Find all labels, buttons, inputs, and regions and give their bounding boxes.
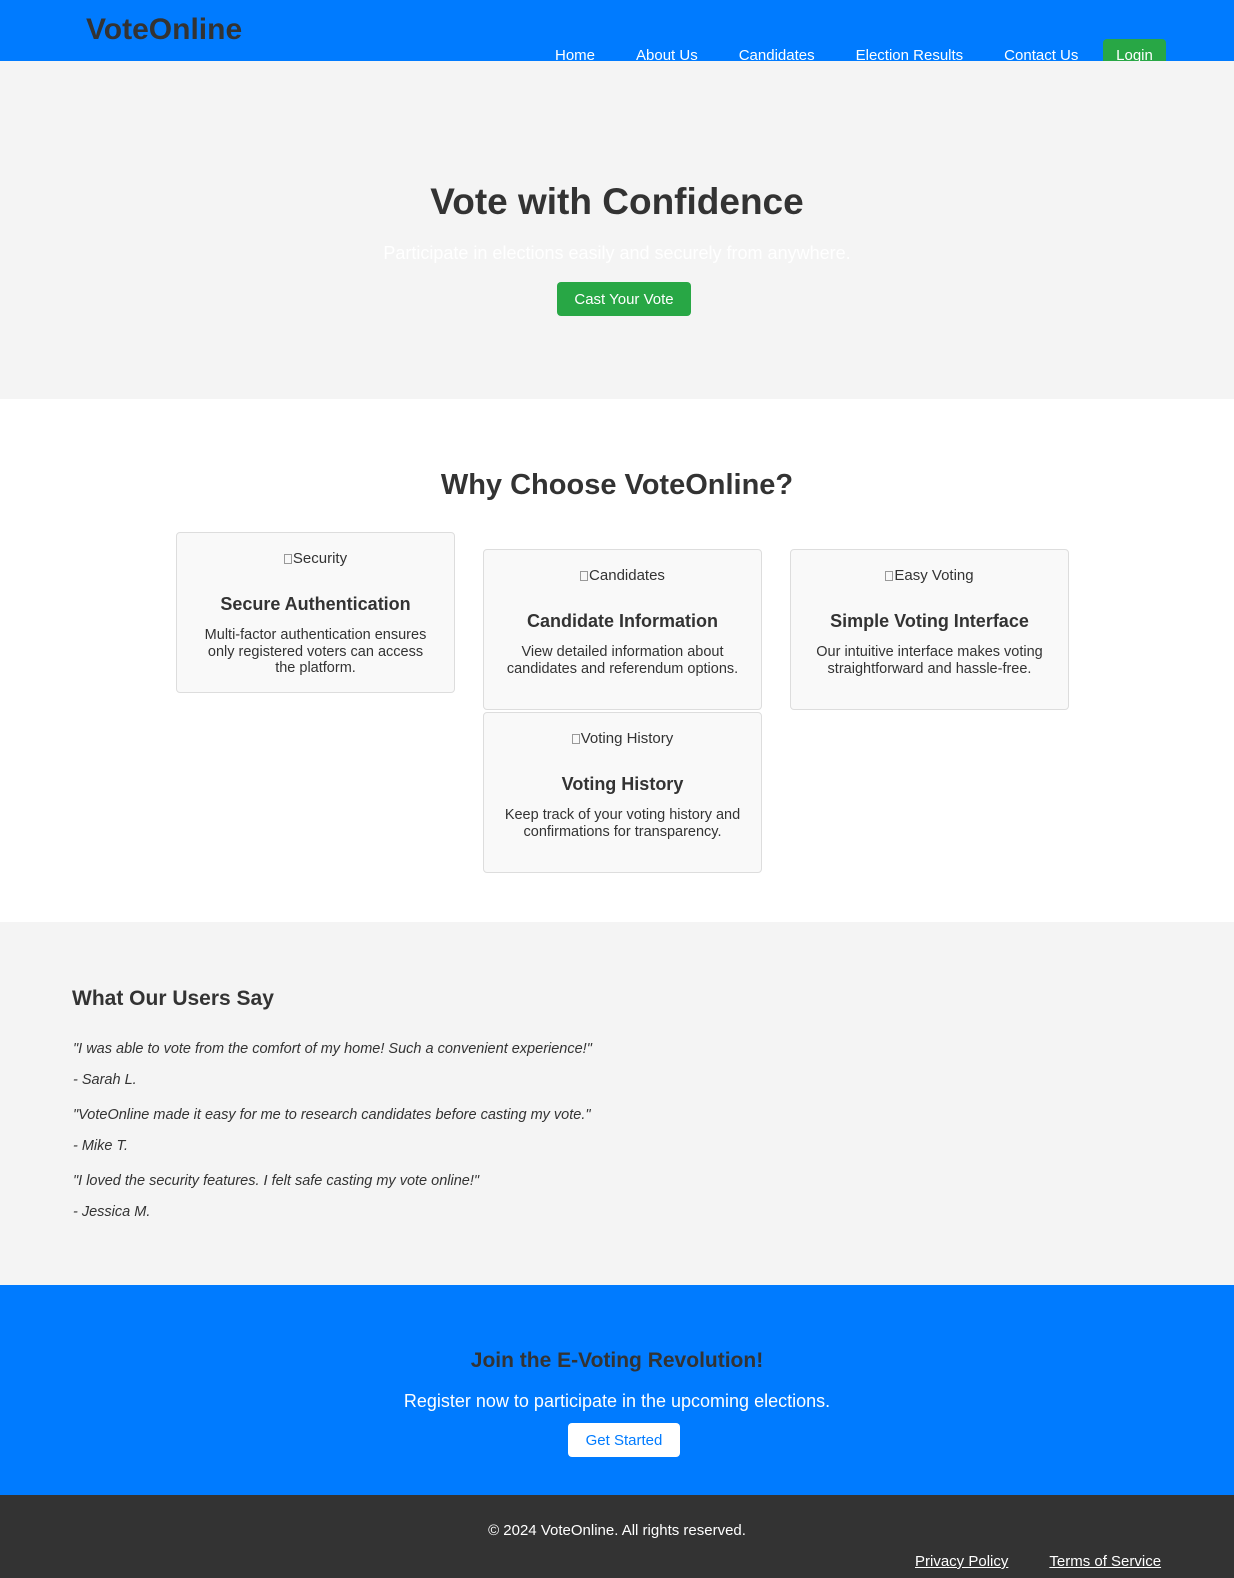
testimonial-author: - Mike T.: [73, 1138, 129, 1154]
voting-history-image: Voting History: [484, 730, 761, 748]
feature-card-text: Our intuitive interface makes voting str…: [816, 644, 1043, 677]
features-section: Why Choose VoteOnline? Security Secure A…: [0, 399, 1234, 922]
feature-card-title: Candidate Information: [526, 611, 718, 631]
join-text: Register now to participate in the upcom…: [403, 1391, 831, 1411]
site-footer: © 2024 VoteOnline. All rights reserved. …: [0, 1495, 1234, 1578]
terms-of-service-link[interactable]: Terms of Service: [1049, 1552, 1161, 1572]
cast-your-vote-button[interactable]: Cast Your Vote: [557, 282, 691, 316]
hero-section: Vote with Confidence Participate in elec…: [0, 61, 1234, 399]
feature-card-secure-authentication: Security Secure Authentication Multi-fac…: [176, 532, 455, 693]
footer-links: Privacy Policy Terms of Service: [915, 1552, 1161, 1572]
get-started-button[interactable]: Get Started: [568, 1423, 680, 1457]
feature-card-voting-history: Voting History Voting History Keep track…: [483, 712, 762, 873]
feature-card-candidate-information: Candidates Candidate Information View de…: [483, 549, 762, 710]
testimonials-section: What Our Users Say "I was able to vote f…: [0, 922, 1234, 1285]
security-image: Security: [177, 550, 454, 568]
features-title: Why Choose VoteOnline?: [440, 469, 794, 501]
testimonial-author: - Jessica M.: [73, 1204, 151, 1220]
testimonial-quote: "VoteOnline made it easy for me to resea…: [73, 1107, 591, 1123]
join-section: Join the E-Voting Revolution! Register n…: [0, 1285, 1234, 1495]
testimonial-quote: "I was able to vote from the comfort of …: [73, 1041, 592, 1057]
testimonials-title: What Our Users Say: [72, 987, 274, 1010]
site-logo[interactable]: VoteOnline: [86, 12, 242, 48]
feature-card-title: Secure Authentication: [220, 594, 411, 614]
easy-voting-image: Easy Voting: [791, 567, 1068, 585]
hero-title: Vote with Confidence: [430, 181, 804, 222]
testimonial-author: - Sarah L.: [73, 1072, 137, 1088]
feature-card-text: Keep track of your voting history and co…: [504, 807, 741, 840]
feature-card-title: Voting History: [561, 774, 684, 794]
feature-card-text: View detailed information about candidat…: [506, 644, 739, 677]
hero-subtitle: Participate in elections easily and secu…: [383, 243, 851, 263]
candidates-image: Candidates: [484, 567, 761, 585]
feature-card-simple-voting-interface: Easy Voting Simple Voting Interface Our …: [790, 549, 1069, 710]
footer-copyright: © 2024 VoteOnline. All rights reserved.: [488, 1522, 746, 1539]
join-title: Join the E-Voting Revolution!: [470, 1349, 764, 1372]
site-header: VoteOnline Home About Us Candidates Elec…: [0, 0, 1234, 72]
feature-card-title: Simple Voting Interface: [830, 611, 1029, 631]
testimonial-quote: "I loved the security features. I felt s…: [73, 1173, 480, 1189]
privacy-policy-link[interactable]: Privacy Policy: [915, 1552, 1008, 1572]
feature-card-text: Multi-factor authentication ensures only…: [204, 627, 427, 676]
